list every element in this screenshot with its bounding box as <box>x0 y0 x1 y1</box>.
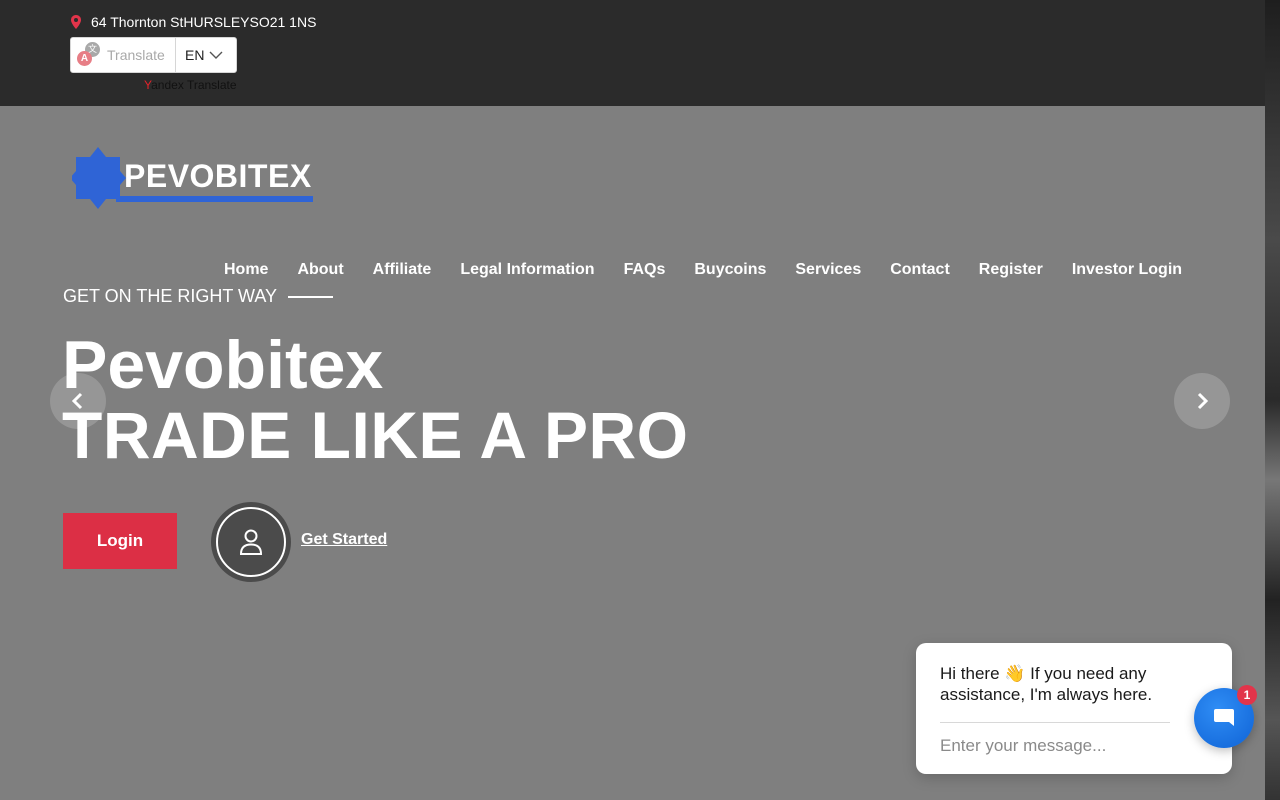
divider <box>940 722 1170 723</box>
logo-text: PEVOBITEX <box>124 158 312 194</box>
chat-greeting: Hi there 👋 If you need any assistance, I… <box>940 664 1153 704</box>
slider-next-button[interactable] <box>1174 373 1230 429</box>
yandex-rest-text: andex Translate <box>151 78 237 92</box>
get-started-link[interactable]: Get Started <box>301 531 387 549</box>
background-image-strip <box>1265 0 1280 800</box>
nav-item-investor-login[interactable]: Investor Login <box>1072 261 1182 279</box>
nav-item-buycoins[interactable]: Buycoins <box>694 261 766 279</box>
chevron-down-icon[interactable] <box>209 50 223 60</box>
get-started-avatar[interactable] <box>211 502 291 582</box>
nav-item-affiliate[interactable]: Affiliate <box>373 261 432 279</box>
chevron-left-icon <box>71 392 83 410</box>
chat-popup: Hi there 👋 If you need any assistance, I… <box>916 643 1232 774</box>
chat-bubble-icon <box>1214 709 1234 726</box>
translate-label[interactable]: Translate <box>101 47 175 63</box>
chat-message-input[interactable] <box>940 736 1170 756</box>
address: 64 Thornton StHURSLEYSO21 1NS <box>68 14 316 30</box>
address-text: 64 Thornton StHURSLEYSO21 1NS <box>91 14 317 30</box>
hero-kicker-text: GET ON THE RIGHT WAY <box>63 286 278 306</box>
user-icon <box>239 529 263 555</box>
hero-title-line1: Pevobitex <box>62 327 384 403</box>
nav-item-about[interactable]: About <box>297 261 343 279</box>
hero-title-line2: TRADE LIKE A PRO <box>62 398 689 472</box>
nav-item-legal-information[interactable]: Legal Information <box>460 261 594 279</box>
top-bar: 64 Thornton StHURSLEYSO21 1NS 文 A Transl… <box>0 0 1265 106</box>
nav-item-contact[interactable]: Contact <box>890 261 950 279</box>
nav-item-register[interactable]: Register <box>979 261 1043 279</box>
nav-item-faqs[interactable]: FAQs <box>624 261 666 279</box>
translate-widget[interactable]: 文 A Translate EN <box>70 37 237 73</box>
location-pin-icon <box>71 15 81 29</box>
yandex-translate-link[interactable]: Yandex Translate <box>144 78 237 92</box>
hero-title: Pevobitex TRADE LIKE A PRO <box>62 330 688 470</box>
login-button[interactable]: Login <box>63 513 177 569</box>
hero-kicker: GET ON THE RIGHT WAY <box>63 286 334 307</box>
slider-prev-button[interactable] <box>50 373 106 429</box>
chevron-right-icon <box>1197 392 1209 410</box>
nav-item-home[interactable]: Home <box>224 261 268 279</box>
notification-badge: 1 <box>1237 685 1257 705</box>
kicker-line <box>288 295 334 298</box>
nav-item-services[interactable]: Services <box>795 261 861 279</box>
language-select[interactable]: EN <box>176 47 209 63</box>
main-nav: Home About Affiliate Legal Information F… <box>224 261 1182 279</box>
translate-icon: 文 A <box>71 38 101 72</box>
logo-underline <box>116 196 313 202</box>
